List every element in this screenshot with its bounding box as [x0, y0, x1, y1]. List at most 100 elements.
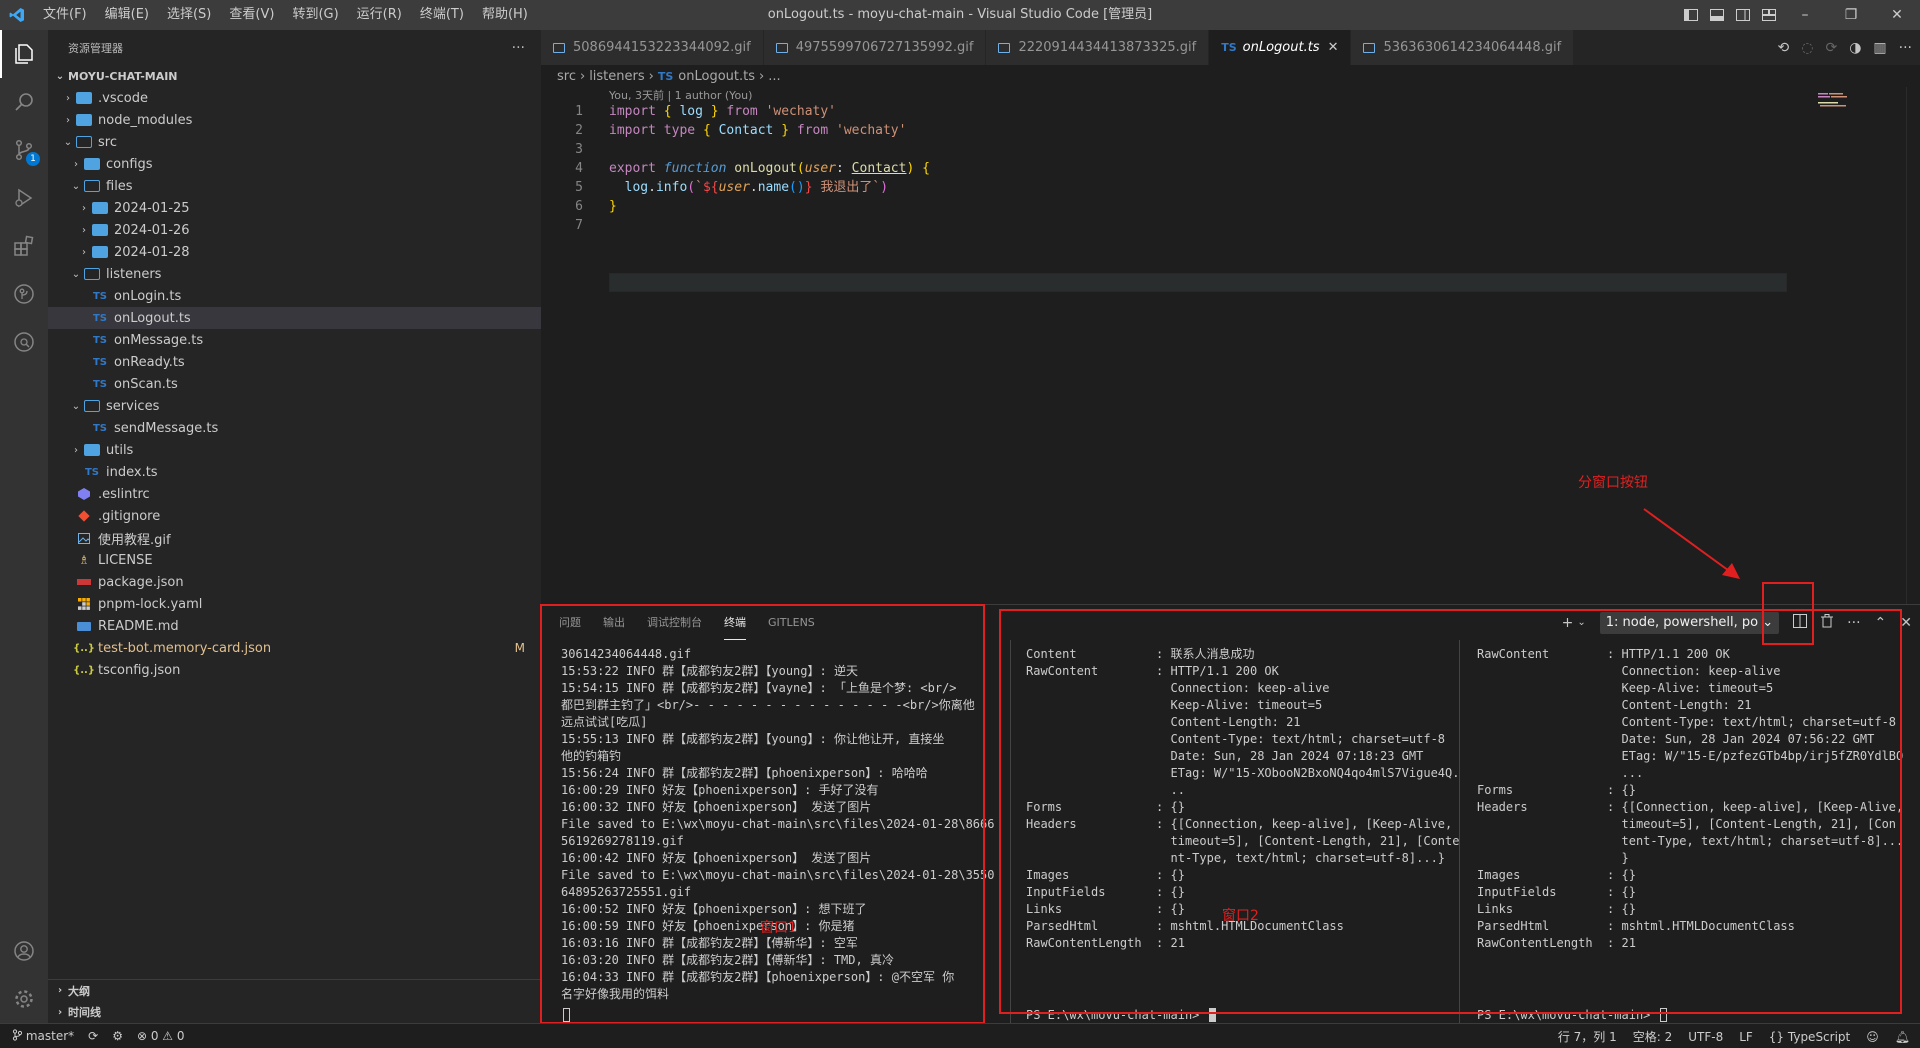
tree-file[interactable]: 使用教程.gif — [48, 527, 541, 549]
editor-tab[interactable]: 5086944153223344092.gif — [541, 30, 764, 65]
chevron-right-icon: › — [82, 202, 86, 214]
tree-file[interactable]: {..} test-bot.memory-card.json M — [48, 637, 541, 659]
tree-folder[interactable]: › 2024-01-25 — [48, 197, 541, 219]
indentation[interactable]: 空格: 2 — [1633, 1028, 1673, 1045]
tree-file[interactable]: .eslintrc — [48, 483, 541, 505]
tree-file[interactable]: TS onScan.ts — [48, 373, 541, 395]
circle-icon[interactable]: ◌ — [1801, 40, 1813, 56]
go-forward-icon[interactable]: ⟳ — [1825, 40, 1837, 56]
tree-item-label: .vscode — [98, 90, 148, 106]
tree-item-label: src — [98, 134, 117, 150]
editor-tab[interactable]: TS onLogout.ts ✕ — [1209, 30, 1352, 65]
code-token: user — [804, 161, 837, 176]
tree-file[interactable]: ♗ LICENSE — [48, 549, 541, 571]
chevron-right-icon: › — [82, 224, 86, 236]
gitlens-icon[interactable] — [0, 270, 48, 318]
close-window-button[interactable]: ✕ — [1874, 0, 1920, 30]
tree-file[interactable]: {..} tsconfig.json — [48, 659, 541, 681]
toggle-panel-icon[interactable] — [1704, 0, 1730, 30]
tree-file[interactable]: pnpm-lock.yaml — [48, 593, 541, 615]
more-actions-icon[interactable]: ··· — [512, 40, 525, 56]
codelens-blame[interactable]: You, 3天前 | 1 author (You) — [609, 87, 752, 103]
source-control-icon[interactable]: 1 — [0, 126, 48, 174]
outline-section[interactable]: › 大纲 — [48, 979, 541, 1001]
run-debug-icon[interactable] — [0, 174, 48, 222]
tree-file[interactable]: TS onMessage.ts — [48, 329, 541, 351]
sync-icon[interactable]: ⟳ — [88, 1029, 98, 1043]
tree-folder[interactable]: › node_modules — [48, 109, 541, 131]
tree-folder[interactable]: ⌄ src — [48, 131, 541, 153]
tree-file[interactable]: TS onLogin.ts — [48, 285, 541, 307]
feedback-icon[interactable]: ☺ — [1866, 1030, 1879, 1044]
end-of-line[interactable]: LF — [1739, 1030, 1753, 1044]
restore-button[interactable]: ❐ — [1828, 0, 1874, 30]
tree-folder[interactable]: › 2024-01-28 — [48, 241, 541, 263]
editor-tab[interactable]: 5363630614234064448.gif — [1351, 30, 1575, 65]
search-icon[interactable] — [0, 78, 48, 126]
minimap[interactable] — [1816, 87, 1906, 127]
editor-scrollbar[interactable] — [1906, 87, 1920, 604]
tree-file[interactable]: TS onReady.ts — [48, 351, 541, 373]
folder-open-icon — [84, 398, 100, 414]
encoding[interactable]: UTF-8 — [1688, 1030, 1723, 1044]
more-actions-icon[interactable]: ··· — [1899, 40, 1912, 56]
tree-file[interactable]: TS index.ts — [48, 461, 541, 483]
annotation-label-window1: 窗口1 — [760, 920, 797, 936]
split-editor-icon[interactable]: ▥ — [1873, 40, 1886, 56]
explorer-icon[interactable] — [0, 30, 48, 78]
tree-item-label: 2024-01-25 — [114, 200, 190, 216]
tree-folder[interactable]: ⌄ services — [48, 395, 541, 417]
customize-layout-icon[interactable] — [1756, 0, 1782, 30]
npm-icon — [76, 574, 92, 590]
remote-explorer-icon[interactable] — [0, 318, 48, 366]
cursor-position[interactable]: 行 7，列 1 — [1558, 1028, 1617, 1045]
tree-folder[interactable]: › configs — [48, 153, 541, 175]
tree-file[interactable]: package.json — [48, 571, 541, 593]
minimize-button[interactable]: – — [1782, 0, 1828, 30]
workspace-root[interactable]: ⌄ MOYU-CHAT-MAIN — [48, 65, 541, 87]
chevron-down-icon: ⌄ — [63, 136, 73, 148]
tree-file[interactable]: README.md — [48, 615, 541, 637]
breadcrumb-item[interactable]: listeners — [589, 69, 644, 84]
tree-folder[interactable]: ⌄ listeners — [48, 263, 541, 285]
menu-item[interactable]: 选择(S) — [158, 0, 220, 30]
folder-icon — [84, 156, 100, 172]
tree-folder[interactable]: › .vscode — [48, 87, 541, 109]
notifications-bell-icon[interactable]: 🔔︎ — [1895, 1030, 1910, 1044]
problems-status[interactable]: ⊗ 0 ⚠ 0 — [137, 1029, 185, 1043]
branch-status[interactable]: master* — [12, 1029, 74, 1043]
tree-file[interactable]: TS onLogout.ts — [48, 307, 541, 329]
explorer-title: 资源管理器 — [68, 41, 123, 55]
editor-tab[interactable]: 4975599706727135992.gif — [763, 30, 987, 65]
menu-item[interactable]: 帮助(H) — [473, 0, 537, 30]
close-panel-icon[interactable]: ✕ — [1900, 615, 1912, 631]
tree-item-label: onScan.ts — [114, 376, 178, 392]
timeline-compare-icon[interactable]: ◑ — [1849, 40, 1861, 56]
menu-item[interactable]: 文件(F) — [34, 0, 96, 30]
menu-item[interactable]: 终端(T) — [411, 0, 473, 30]
timeline-section[interactable]: › 时间线 — [48, 1001, 541, 1023]
json-file-icon: {..} — [73, 664, 95, 676]
toggle-sidebar-icon[interactable] — [1678, 0, 1704, 30]
go-back-icon[interactable]: ⟲ — [1778, 40, 1790, 56]
tree-file[interactable]: TS sendMessage.ts — [48, 417, 541, 439]
menu-item[interactable]: 查看(V) — [220, 0, 283, 30]
tree-folder[interactable]: ⌄ files — [48, 175, 541, 197]
extensions-icon[interactable] — [0, 222, 48, 270]
breadcrumb-item[interactable]: src — [557, 69, 576, 84]
account-icon[interactable] — [0, 927, 48, 975]
liveshare-icon[interactable]: ⚙ — [112, 1029, 123, 1043]
settings-gear-icon[interactable] — [0, 975, 48, 1023]
menu-item[interactable]: 运行(R) — [348, 0, 411, 30]
language-mode[interactable]: {} TypeScript — [1769, 1030, 1850, 1044]
tree-file[interactable]: .gitignore — [48, 505, 541, 527]
tree-folder[interactable]: › 2024-01-26 — [48, 219, 541, 241]
close-tab-icon[interactable]: ✕ — [1328, 40, 1339, 55]
breadcrumb-item[interactable]: ... — [768, 69, 780, 84]
menu-item[interactable]: 编辑(E) — [96, 0, 158, 30]
toggle-secondary-sidebar-icon[interactable] — [1730, 0, 1756, 30]
breadcrumb-item[interactable]: onLogout.ts — [678, 69, 755, 84]
tree-folder[interactable]: › utils — [48, 439, 541, 461]
menu-item[interactable]: 转到(G) — [283, 0, 347, 30]
editor-tab[interactable]: 2220914434413873325.gif — [986, 30, 1210, 65]
